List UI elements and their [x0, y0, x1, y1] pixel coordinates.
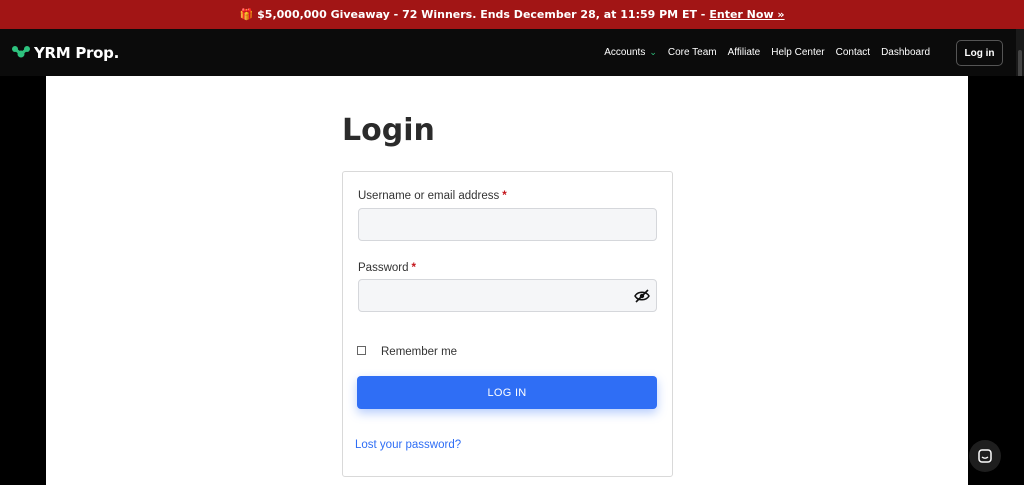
enter-now-link[interactable]: Enter Now » [709, 8, 784, 21]
remember-me-checkbox[interactable] [357, 346, 366, 355]
login-submit-button[interactable]: LOG IN [357, 376, 657, 409]
remember-me-label[interactable]: Remember me [381, 346, 457, 358]
promo-text: $5,000,000 Giveaway - 72 Winners. Ends D… [257, 8, 706, 21]
right-gutter [968, 76, 1024, 485]
header-login-button[interactable]: Log in [956, 40, 1003, 66]
username-input[interactable] [358, 208, 657, 241]
nav-item-label: Help Center [771, 47, 825, 58]
password-label: Password * [358, 262, 416, 274]
nav-item-label: Contact [835, 47, 871, 58]
nav-item-core-team[interactable]: Core Team [668, 47, 717, 58]
nav-item-accounts[interactable]: Accounts ⌄ [604, 47, 657, 58]
password-label-text: Password [358, 262, 409, 274]
username-label-text: Username or email address [358, 190, 500, 202]
chat-icon [978, 449, 992, 463]
password-input[interactable] [358, 279, 657, 312]
gift-icon: 🎁 [239, 8, 254, 21]
logo[interactable]: YRM Prop. [11, 43, 119, 63]
chevron-down-icon: ⌄ [649, 47, 657, 57]
nav-item-label: Dashboard [881, 47, 930, 58]
nav-item-label: Affiliate [727, 47, 761, 58]
chat-widget-button[interactable] [969, 440, 1001, 472]
page-title: Login [342, 113, 435, 148]
top-navbar: YRM Prop. Accounts ⌄ Core Team Affiliate… [0, 29, 1024, 76]
logo-text: YRM Prop. [34, 44, 119, 62]
main-menu: Accounts ⌄ Core Team Affiliate Help Cent… [604, 29, 930, 76]
nav-item-affiliate[interactable]: Affiliate [728, 47, 761, 58]
nav-item-help-center[interactable]: Help Center [771, 47, 824, 58]
promo-banner: 🎁 $5,000,000 Giveaway - 72 Winners. Ends… [0, 0, 1024, 29]
nav-item-label: Accounts [604, 47, 646, 58]
eye-slash-icon[interactable] [634, 289, 650, 303]
left-gutter [0, 76, 46, 485]
required-mark: * [502, 190, 507, 202]
nav-item-label: Core Team [667, 47, 717, 58]
logo-mark-icon [12, 46, 30, 58]
nav-item-dashboard[interactable]: Dashboard [881, 47, 930, 58]
lost-password-link[interactable]: Lost your password? [355, 439, 461, 451]
username-label: Username or email address * [358, 190, 507, 202]
required-mark: * [411, 262, 416, 274]
nav-item-contact[interactable]: Contact [836, 47, 870, 58]
